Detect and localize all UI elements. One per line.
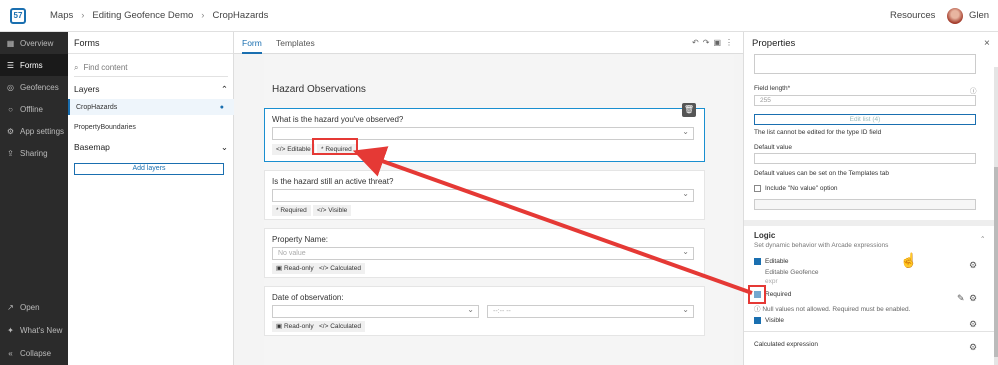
annotation-arrow — [352, 146, 753, 295]
